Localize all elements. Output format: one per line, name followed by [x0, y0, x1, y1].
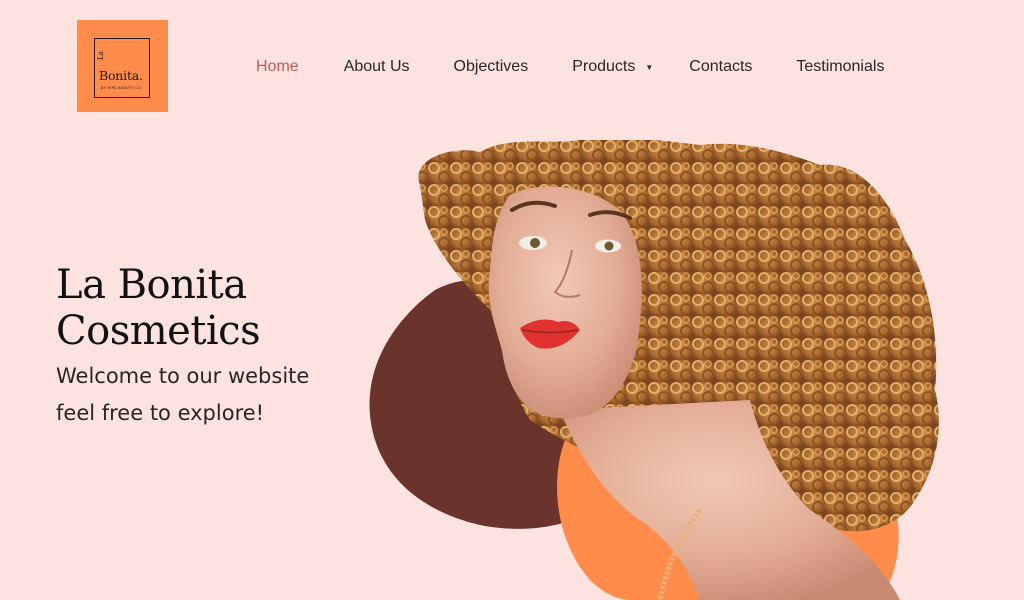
logo-text: Bonita. — [99, 68, 143, 83]
brand-logo[interactable]: La Bonita. by ripe beauty co — [77, 20, 168, 112]
nav-about-us[interactable]: About Us — [344, 58, 410, 76]
hero-subtitle-line2: feel free to explore! — [56, 401, 265, 425]
hero-text: La Bonita Cosmetics Welcome to our websi… — [56, 262, 386, 432]
hero-title: La Bonita Cosmetics — [56, 262, 386, 354]
nav-home[interactable]: Home — [256, 58, 299, 76]
nav-objectives[interactable]: Objectives — [454, 58, 529, 76]
logo-prefix: La — [97, 51, 105, 60]
logo-tagline: by ripe beauty co — [101, 86, 141, 90]
hero-image — [369, 140, 939, 600]
nav-testimonials[interactable]: Testimonials — [796, 58, 884, 76]
nav-products[interactable]: Products ▼ — [572, 58, 653, 76]
face — [488, 186, 642, 419]
caret-down-icon: ▼ — [645, 62, 654, 72]
hero-subtitle: Welcome to our website feel free to expl… — [56, 358, 386, 432]
nav-products-label: Products — [572, 58, 636, 75]
nav-contacts[interactable]: Contacts — [689, 58, 752, 76]
hero-subtitle-line1: Welcome to our website — [56, 364, 310, 388]
hero-title-line2: Cosmetics — [56, 308, 261, 354]
landing-page: La Bonita. by ripe beauty co Home About … — [0, 0, 1024, 600]
hero-title-line1: La Bonita — [56, 262, 247, 308]
main-nav: Home About Us Objectives Products ▼ Cont… — [256, 58, 884, 76]
